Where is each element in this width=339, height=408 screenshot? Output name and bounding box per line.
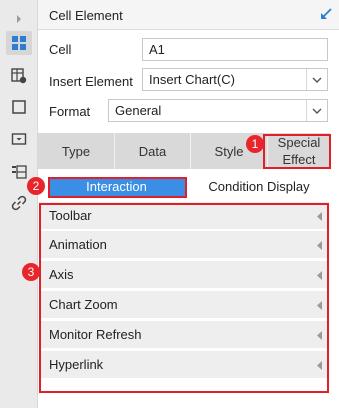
tab-style-label: Style xyxy=(214,143,244,159)
callout-badge-3: 3 xyxy=(22,263,40,281)
chevron-right-icon[interactable] xyxy=(6,7,32,31)
format-value: General xyxy=(115,103,162,118)
highlight-items xyxy=(39,203,329,393)
tab-data-label: Data xyxy=(138,143,167,159)
cell-element-icon[interactable] xyxy=(6,31,32,55)
tab-type-label: Type xyxy=(61,143,91,159)
insert-element-dropdown[interactable]: Insert Chart(C) xyxy=(142,68,328,91)
insert-element-label: Insert Element xyxy=(49,74,133,89)
chevron-down-icon[interactable] xyxy=(306,100,327,121)
cell-element-panel: Cell Element Cell A1 Insert Element Inse… xyxy=(38,0,339,408)
callout-badge-2: 2 xyxy=(27,177,45,195)
link-icon[interactable] xyxy=(6,191,32,215)
sidebar xyxy=(0,0,38,408)
tab-type[interactable]: Type xyxy=(38,133,114,169)
cell-input[interactable]: A1 xyxy=(142,38,328,61)
callout-badge-1: 1 xyxy=(246,135,264,153)
cell-attribute-icon[interactable] xyxy=(6,64,32,88)
format-dropdown[interactable]: General xyxy=(108,99,328,122)
widget-icon[interactable] xyxy=(6,95,32,119)
panel-title: Cell Element xyxy=(49,8,123,23)
cell-value: A1 xyxy=(149,42,165,57)
dropdown-widget-icon[interactable] xyxy=(6,127,32,151)
format-label: Format xyxy=(49,104,91,119)
insert-element-value: Insert Chart(C) xyxy=(149,72,235,87)
cell-label: Cell xyxy=(49,42,72,57)
subtab-condition-label: Condition Display xyxy=(208,179,310,194)
panel-header: Cell Element xyxy=(38,0,339,30)
highlight-special-effect xyxy=(263,134,331,169)
subtab-condition-display[interactable]: Condition Display xyxy=(188,177,330,196)
chevron-down-icon[interactable] xyxy=(306,69,327,90)
arrow-down-left-icon[interactable] xyxy=(319,7,333,24)
highlight-interaction xyxy=(48,177,187,198)
tab-data[interactable]: Data xyxy=(115,133,190,169)
